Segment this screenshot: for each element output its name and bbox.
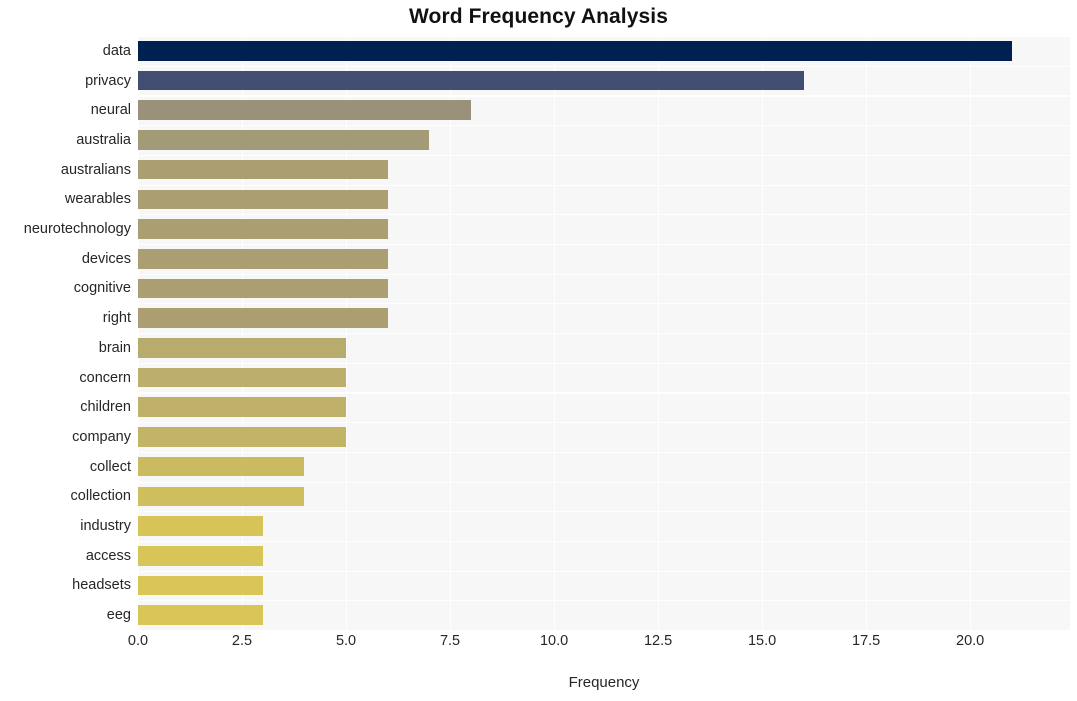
bar <box>138 397 347 418</box>
bar <box>138 308 388 328</box>
y-axis-tick-label: neural <box>90 102 131 119</box>
bar <box>138 278 388 299</box>
y-axis-tick-label: concern <box>79 369 131 386</box>
y-axis-tick-label: industry <box>80 518 131 535</box>
bar <box>138 575 263 596</box>
x-axis-tick-label: 12.5 <box>643 633 673 649</box>
word-frequency-bar-chart: Word Frequency Analysis data privacy neura… <box>0 0 1077 701</box>
x-axis-tick-labels: 0.0 2.5 5.0 7.5 10.0 12.5 15.0 17.5 20.0 <box>0 634 1077 658</box>
x-axis-tick-label: 0.0 <box>127 633 149 649</box>
bar <box>138 41 1012 61</box>
y-axis-tick-label: cognitive <box>73 280 131 297</box>
y-axis-tick-labels: data privacy neural australia australians wea… <box>0 36 131 630</box>
bar <box>138 367 347 388</box>
y-axis-tick-label: children <box>80 399 131 416</box>
y-axis-tick-label: privacy <box>85 72 131 89</box>
bar <box>138 516 263 536</box>
gridline-horizontal <box>138 630 1070 632</box>
bar <box>138 338 347 358</box>
x-axis-tick-label: 15.0 <box>747 633 777 649</box>
y-axis-tick-label: neurotechnology <box>23 221 131 238</box>
bar <box>138 605 263 625</box>
y-axis-tick-label: brain <box>98 339 131 356</box>
bar <box>138 130 430 150</box>
y-axis-tick-label: headsets <box>72 577 131 594</box>
y-axis-tick-label: collection <box>70 488 131 505</box>
x-axis-tick-label: 17.5 <box>852 633 881 649</box>
bar <box>138 486 305 507</box>
y-axis-tick-label: eeg <box>106 607 131 624</box>
x-axis-tick-label: 2.5 <box>231 633 253 649</box>
y-axis-tick-label: right <box>102 310 131 327</box>
y-axis-tick-label: wearables <box>64 191 131 208</box>
y-axis-tick-label: australians <box>60 161 131 178</box>
chart-title: Word Frequency Analysis <box>408 5 669 28</box>
x-axis-tick-label: 5.0 <box>335 633 357 649</box>
bar <box>138 100 471 121</box>
bar <box>138 70 804 91</box>
plot-area <box>138 36 1070 632</box>
bar <box>138 545 263 566</box>
x-axis-tick-label: 7.5 <box>439 633 461 649</box>
x-axis-title: Frequency <box>568 674 640 691</box>
y-axis-tick-label: company <box>72 428 131 445</box>
bar <box>138 248 388 269</box>
bar <box>138 159 388 180</box>
y-axis-tick-label: devices <box>81 250 131 267</box>
bar <box>138 189 388 210</box>
y-axis-tick-label: australia <box>76 131 131 148</box>
bars-layer <box>138 36 1070 630</box>
y-axis-tick-label: collect <box>89 458 131 475</box>
x-axis-tick-label: 20.0 <box>956 633 985 649</box>
y-axis-tick-label: data <box>102 42 131 59</box>
bar <box>138 456 305 477</box>
y-axis-tick-label: access <box>85 547 131 564</box>
bar <box>138 219 388 239</box>
bar <box>138 427 347 447</box>
x-axis-tick-label: 10.0 <box>539 633 569 649</box>
